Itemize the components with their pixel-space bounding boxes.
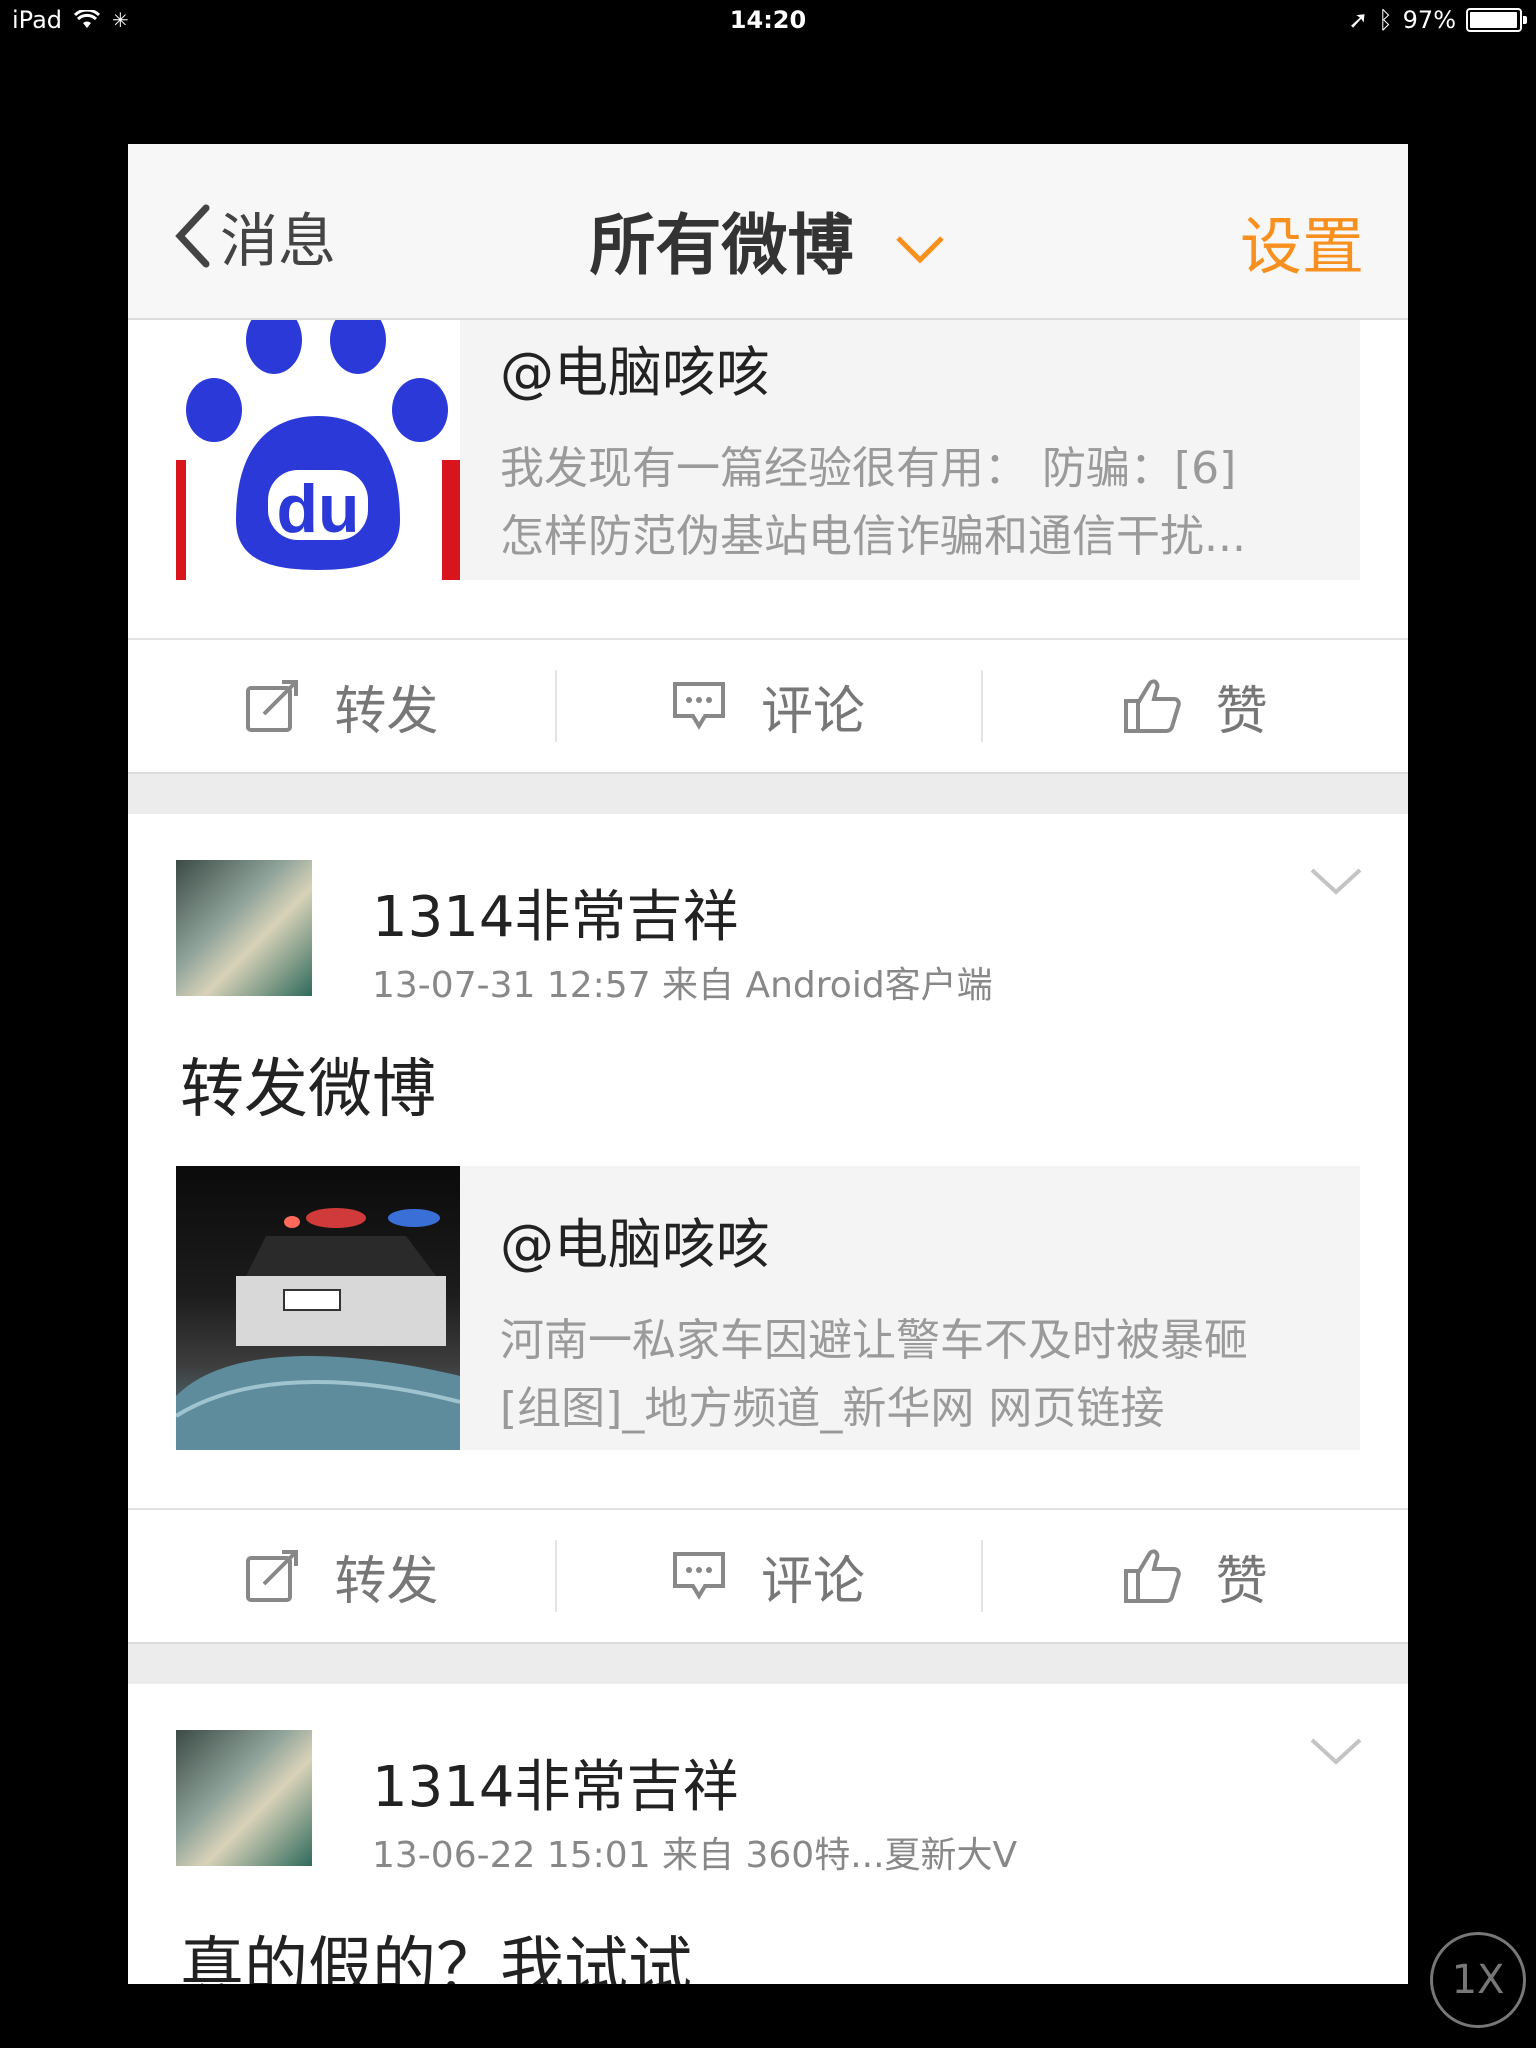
comment-button[interactable]: 评论 [554, 1510, 982, 1642]
post-text: 转发微博 [180, 1053, 436, 1127]
feed-list: du @电脑咳咳 我发现有一篇经验很有用： 防骗：[6] 怎样防范伪基站电信诈骗… [128, 320, 1408, 1984]
repost-box[interactable]: du @电脑咳咳 我发现有一篇经验很有用： 防骗：[6] 怎样防范伪基站电信诈骗… [176, 320, 1360, 580]
repost-desc-line: [组图]_地方频道_新华网 网页链接 [500, 1383, 1165, 1434]
share-icon [246, 1550, 299, 1602]
repost-desc-line: 河南一私家车因避让警车不及时被暴砸 [500, 1315, 1248, 1366]
chevron-down-icon[interactable] [1308, 862, 1364, 902]
feed-card: 1314非常吉祥 13-07-31 12:57 来自 Android客户端 转发… [128, 814, 1408, 1644]
nav-bar: 消息 所有微博 设置 [128, 144, 1408, 320]
feed-card: du @电脑咳咳 我发现有一篇经验很有用： 防骗：[6] 怎样防范伪基站电信诈骗… [128, 320, 1408, 774]
post-text: 真的假的？我试试 [180, 1931, 692, 1984]
repost-author[interactable]: @电脑咳咳 [500, 328, 1246, 407]
chevron-down-icon [896, 236, 945, 264]
settings-button[interactable]: 设置 [1240, 196, 1364, 286]
repost-label: 转发 [334, 681, 439, 742]
post-meta: 13-06-22 15:01 来自 360特...夏新大V [372, 1835, 1018, 1876]
scale-toggle-button[interactable]: 1X [1430, 1932, 1526, 2028]
repost-label: 转发 [334, 1551, 439, 1612]
chevron-down-icon[interactable] [1308, 1732, 1364, 1772]
action-bar: 转发 评论 赞 [128, 1508, 1408, 1644]
clock: 14:20 [729, 6, 807, 34]
weibo-app: 消息 所有微博 设置 du @电脑咳咳 我发现有一篇经验很有用： 防骗：[6] … [128, 144, 1408, 1984]
repost-desc-line: 怎样防范伪基站电信诈骗和通信干扰... [500, 511, 1246, 562]
photo-image [176, 1208, 460, 1450]
like-label: 赞 [1215, 681, 1268, 742]
comment-button[interactable]: 评论 [554, 640, 982, 772]
battery-fill [1470, 12, 1517, 28]
baidu-thumbnail: du [176, 320, 460, 580]
feed-card: 1314非常吉祥 13-06-22 15:01 来自 360特...夏新大V 真… [128, 1684, 1408, 1984]
police-car-thumbnail [176, 1166, 460, 1450]
page-title: 所有微博 [589, 207, 854, 284]
status-bar: iPad ✳ 14:20 ➚ ᛒ 97% [0, 0, 1536, 42]
baidu-logo-icon: du [176, 320, 460, 580]
location-icon: ➚ [1348, 6, 1369, 34]
comment-label: 评论 [761, 681, 866, 742]
repost-desc-line: 我发现有一篇经验很有用： 防骗：[6] [500, 443, 1237, 494]
thumbs-up-icon [1123, 1549, 1181, 1603]
user-name[interactable]: 1314非常吉祥 [372, 1742, 739, 1823]
like-button[interactable]: 赞 [981, 1510, 1408, 1642]
svg-text:du: du [276, 471, 359, 547]
action-bar: 转发 评论 赞 [128, 638, 1408, 774]
like-label: 赞 [1215, 1551, 1268, 1612]
comment-icon [673, 682, 725, 730]
post-meta: 13-07-31 12:57 来自 Android客户端 [372, 965, 993, 1006]
user-name[interactable]: 1314非常吉祥 [372, 872, 739, 953]
feed-filter-dropdown[interactable]: 所有微博 [128, 192, 1408, 288]
share-icon [246, 680, 299, 732]
battery-icon [1466, 8, 1527, 32]
comment-label: 评论 [761, 1551, 866, 1612]
like-button[interactable]: 赞 [981, 640, 1408, 772]
repost-author[interactable]: @电脑咳咳 [500, 1200, 1248, 1279]
repost-button[interactable]: 转发 [128, 640, 555, 772]
comment-icon [673, 1552, 725, 1600]
repost-button[interactable]: 转发 [128, 1510, 555, 1642]
avatar[interactable] [176, 860, 312, 996]
bluetooth-icon: ᛒ [1378, 6, 1393, 34]
battery-percent: 97% [1402, 6, 1456, 34]
avatar[interactable] [176, 1730, 312, 1866]
thumbs-up-icon [1123, 679, 1181, 733]
repost-box[interactable]: @电脑咳咳 河南一私家车因避让警车不及时被暴砸 [组图]_地方频道_新华网 网页… [176, 1166, 1360, 1450]
